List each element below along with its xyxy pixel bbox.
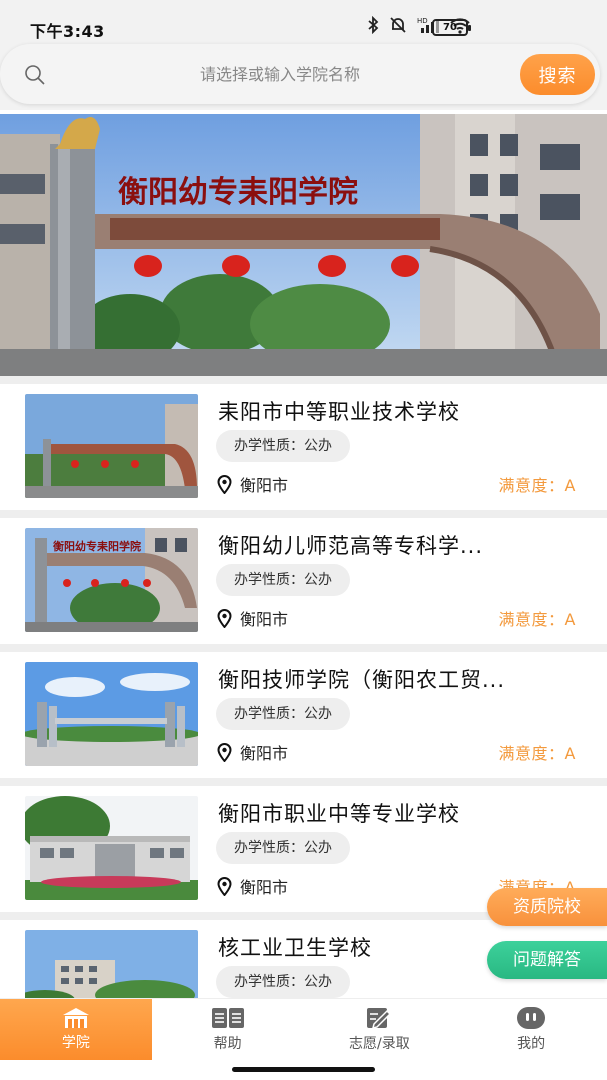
school-nature-tag: 办学性质：公办 <box>216 698 350 730</box>
mute-bell-icon <box>390 17 406 33</box>
book-icon <box>211 1008 244 1028</box>
school-thumbnail <box>25 394 198 498</box>
search-icon <box>25 65 45 85</box>
nav-label: 志愿/录取 <box>349 1036 410 1052</box>
school-satisfaction: 满意度：A <box>498 476 576 495</box>
nav-label: 帮助 <box>213 1036 242 1052</box>
school-card[interactable]: 衡阳幼专耒阳学院 衡阳幼儿师范高等专科学... 办学性质：公办 衡阳市 满意度：… <box>0 518 607 644</box>
bluetooth-icon <box>368 16 379 34</box>
divider <box>0 778 607 786</box>
search-button[interactable]: 搜索 <box>520 54 595 95</box>
nav-item-profile[interactable]: 我的 <box>455 999 607 1060</box>
school-city: 衡阳市 <box>240 476 289 495</box>
home-indicator[interactable] <box>232 1067 375 1072</box>
nav-label: 学院 <box>61 1035 90 1051</box>
battery-icon: 70 <box>432 19 471 36</box>
status-bar: 下午3:43 HD 70 <box>0 0 607 44</box>
school-nature-tag: 办学性质：公办 <box>216 966 350 998</box>
school-satisfaction: 满意度：A <box>498 744 576 763</box>
svg-text:HD: HD <box>417 17 428 25</box>
location-icon <box>217 475 232 494</box>
location-icon <box>217 877 232 896</box>
divider <box>0 510 607 518</box>
svg-text:衡阳幼专耒阳学院: 衡阳幼专耒阳学院 <box>53 539 141 553</box>
nav-label: 我的 <box>517 1036 546 1052</box>
banner-sign-text: 衡阳幼专耒阳学院 <box>118 175 358 210</box>
search-box: 搜索 <box>0 44 600 104</box>
school-name: 衡阳幼儿师范高等专科学... <box>218 534 484 558</box>
qualified-schools-button[interactable]: 资质院校 <box>487 888 607 926</box>
divider <box>0 644 607 652</box>
school-card[interactable]: 耒阳市中等职业技术学校 办学性质：公办 衡阳市 满意度：A <box>0 384 607 510</box>
school-card[interactable]: 衡阳技师学院（衡阳农工贸... 办学性质：公办 衡阳市 满意度：A <box>0 652 607 778</box>
location-icon <box>217 609 232 628</box>
school-name: 耒阳市中等职业技术学校 <box>218 400 460 424</box>
nav-item-help[interactable]: 帮助 <box>152 999 304 1060</box>
profile-icon <box>517 1007 546 1029</box>
banner-carousel[interactable]: 衡阳幼专耒阳学院 <box>0 114 607 376</box>
search-input[interactable] <box>70 58 490 90</box>
school-name: 衡阳技师学院（衡阳农工贸... <box>218 668 506 692</box>
edit-icon <box>367 1008 392 1030</box>
nav-item-school[interactable]: 学院 <box>0 999 152 1060</box>
school-thumbnail <box>25 796 198 900</box>
school-thumbnail: 衡阳幼专耒阳学院 <box>25 528 198 632</box>
location-icon <box>217 743 232 762</box>
school-city: 衡阳市 <box>240 610 289 629</box>
bottom-nav: 学院 帮助 志愿/录取 我的 <box>0 998 607 1060</box>
banner-image: 衡阳幼专耒阳学院 <box>0 114 607 376</box>
school-city: 衡阳市 <box>240 744 289 763</box>
school-thumbnail <box>25 662 198 766</box>
school-city: 衡阳市 <box>240 878 289 897</box>
nav-item-application[interactable]: 志愿/录取 <box>304 999 456 1060</box>
school-icon <box>62 1008 89 1028</box>
school-satisfaction: 满意度：A <box>498 610 576 629</box>
school-thumbnail <box>25 930 198 998</box>
faq-button[interactable]: 问题解答 <box>487 941 607 979</box>
school-nature-tag: 办学性质：公办 <box>216 832 350 864</box>
school-nature-tag: 办学性质：公办 <box>216 430 350 462</box>
school-nature-tag: 办学性质：公办 <box>216 564 350 596</box>
search-bar: 搜索 <box>0 44 607 110</box>
status-time: 下午3:43 <box>30 22 105 41</box>
divider <box>0 376 607 384</box>
school-name: 衡阳市职业中等专业学校 <box>218 802 460 826</box>
